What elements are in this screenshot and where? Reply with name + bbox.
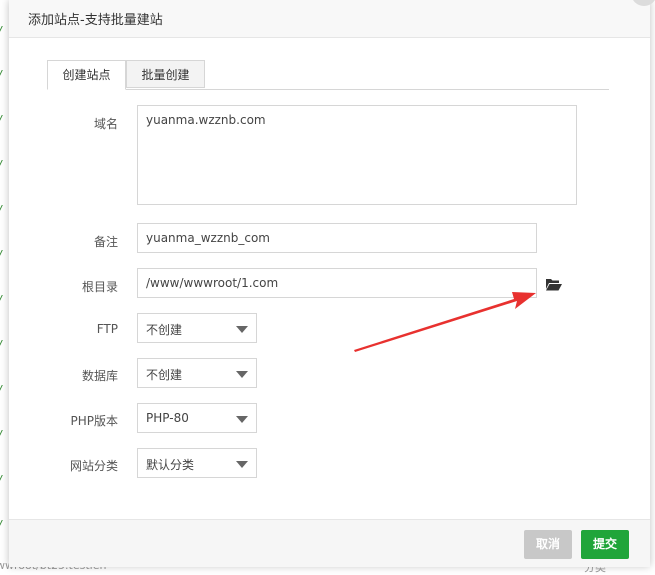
bg-glyph: / [0,293,4,306]
dialog-footer: 取消 提交 [9,519,650,567]
submit-button[interactable]: 提交 [581,530,629,559]
bg-glyph: / [0,473,4,486]
bg-glyph: / [0,113,4,126]
bg-glyph: / [0,428,4,441]
add-site-dialog: 添加站点-支持批量建站 创建站点 批量创建 域名 yuanma.wzznb.co… [9,0,655,567]
bg-glyph: / [0,24,4,37]
annotation-arrow [354,292,536,352]
bg-glyph: / [0,68,4,81]
bg-glyph: / [0,203,4,216]
cancel-button[interactable]: 取消 [524,530,572,559]
bg-glyph: / [0,383,4,396]
bg-glyph: / [0,518,4,531]
bg-glyph: / [0,338,4,351]
bg-glyph: / [0,158,4,171]
bg-glyph: / [0,248,4,261]
